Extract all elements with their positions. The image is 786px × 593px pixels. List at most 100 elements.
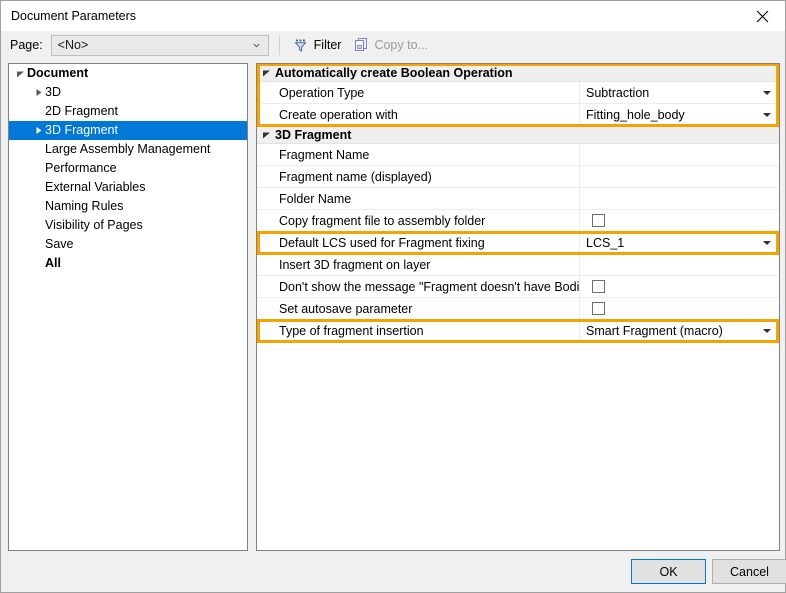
property-row[interactable]: Insert 3D fragment on layer (257, 254, 779, 276)
tree-expander-spacer (31, 216, 45, 235)
property-row[interactable]: Don't show the message "Fragment doesn't… (257, 276, 779, 298)
property-value-cell[interactable] (579, 166, 779, 187)
property-label: Set autosave parameter (257, 298, 579, 319)
close-button[interactable] (739, 1, 785, 31)
close-icon (756, 10, 768, 22)
tree-item-label: Document (27, 66, 89, 80)
copy-pages-icon (353, 37, 369, 53)
category-tree[interactable]: Document 3D 2D Fragment 3D Fragment Large As… (8, 63, 248, 551)
property-value-cell[interactable]: Subtraction (579, 82, 779, 103)
tree-item-external-variables[interactable]: External Variables (9, 178, 247, 197)
property-label: Operation Type (257, 82, 579, 103)
tree-expander-spacer (31, 235, 45, 254)
checkbox[interactable] (592, 280, 605, 293)
category-header[interactable]: 3D Fragment (257, 126, 779, 144)
tree-item-document[interactable]: Document (9, 64, 247, 83)
tree-expander-spacer (31, 102, 45, 121)
tree-item-label: Visibility of Pages (45, 218, 143, 232)
property-row[interactable]: Operation Type Subtraction (257, 82, 779, 104)
property-value-cell[interactable]: Smart Fragment (macro) (579, 320, 779, 341)
tree-expander-spacer (31, 178, 45, 197)
property-value-cell[interactable] (579, 188, 779, 209)
tree-item-label: All (45, 256, 61, 270)
checkbox[interactable] (592, 214, 605, 227)
property-label: Copy fragment file to assembly folder (257, 210, 579, 231)
toolbar: Page: <No> Filter Copy to... (1, 31, 785, 59)
filter-button-label: Filter (313, 38, 342, 52)
filter-funnel-icon (294, 38, 309, 53)
ok-button[interactable]: OK (631, 559, 706, 584)
property-value-cell[interactable] (579, 254, 779, 275)
page-select[interactable]: <No> (50, 34, 269, 56)
property-label: Don't show the message "Fragment doesn't… (257, 276, 579, 297)
tree-item-visibility-of-pages[interactable]: Visibility of Pages (9, 216, 247, 235)
dropdown-arrow-icon[interactable] (763, 328, 771, 333)
tree-item-2d-fragment[interactable]: 2D Fragment (9, 102, 247, 121)
property-row[interactable]: Set autosave parameter (257, 298, 779, 320)
tree-item-performance[interactable]: Performance (9, 159, 247, 178)
property-row[interactable]: Folder Name (257, 188, 779, 210)
window-title: Document Parameters (11, 9, 137, 23)
page-select-value: <No> (57, 38, 89, 52)
category-expander-open-icon[interactable] (257, 64, 275, 82)
tree-item-label: Naming Rules (45, 199, 124, 213)
tree-expander-spacer (31, 197, 45, 216)
tree-item-label: Save (45, 237, 74, 251)
property-label: Create operation with (257, 104, 579, 125)
tree-expander-closed-icon[interactable] (31, 121, 45, 140)
property-value-text: Smart Fragment (macro) (586, 323, 723, 338)
property-value-cell[interactable] (579, 298, 779, 319)
filter-button[interactable]: Filter (288, 33, 348, 57)
property-value-cell[interactable] (579, 276, 779, 297)
tree-item-large-assembly-management[interactable]: Large Assembly Management (9, 140, 247, 159)
tree-item-save[interactable]: Save (9, 235, 247, 254)
tree-item-label: 3D (45, 85, 61, 99)
property-row[interactable]: Create operation with Fitting_hole_body (257, 104, 779, 126)
cancel-button-label: Cancel (730, 564, 769, 579)
property-value-text: Fitting_hole_body (586, 107, 685, 122)
dropdown-arrow-icon[interactable] (763, 240, 771, 245)
property-row[interactable]: Default LCS used for Fragment fixing LCS_… (257, 232, 779, 254)
property-row[interactable]: Type of fragment insertion Smart Fragment… (257, 320, 779, 342)
property-row[interactable]: Fragment Name (257, 144, 779, 166)
document-parameters-dialog: Document Parameters Page: <No> Filter Co… (0, 0, 786, 593)
category-expander-open-icon[interactable] (257, 126, 275, 144)
tree-item-label: External Variables (45, 180, 146, 194)
tree-expander-spacer (31, 140, 45, 159)
page-label: Page: (10, 38, 43, 52)
property-label: Default LCS used for Fragment fixing (257, 232, 579, 253)
property-label: Insert 3D fragment on layer (257, 254, 579, 275)
property-label: Folder Name (257, 188, 579, 209)
property-value-cell[interactable] (579, 144, 779, 165)
ok-button-label: OK (659, 564, 678, 579)
tree-expander-open-icon[interactable] (13, 64, 27, 83)
tree-item-label: Performance (45, 161, 117, 175)
dropdown-arrow-icon[interactable] (763, 90, 771, 95)
tree-item-3d[interactable]: 3D (9, 83, 247, 102)
category-header[interactable]: Automatically create Boolean Operation (257, 64, 779, 82)
copy-to-button[interactable]: Copy to... (347, 33, 434, 57)
chevron-down-icon (253, 43, 260, 48)
titlebar: Document Parameters (1, 1, 785, 31)
property-value-cell[interactable] (579, 210, 779, 231)
checkbox[interactable] (592, 302, 605, 315)
tree-expander-closed-icon[interactable] (31, 83, 45, 102)
property-row[interactable]: Copy fragment file to assembly folder (257, 210, 779, 232)
cancel-button[interactable]: Cancel (712, 559, 786, 584)
property-value-text: Subtraction (586, 85, 650, 100)
category-header-label: 3D Fragment (275, 127, 352, 142)
property-label: Fragment name (displayed) (257, 166, 579, 187)
property-grid[interactable]: Automatically create Boolean Operation Op… (256, 63, 780, 551)
property-label: Fragment Name (257, 144, 579, 165)
property-value-cell[interactable]: Fitting_hole_body (579, 104, 779, 125)
tree-expander-spacer (31, 254, 45, 273)
dropdown-arrow-icon[interactable] (763, 112, 771, 117)
tree-expander-spacer (31, 159, 45, 178)
tree-item-3d-fragment[interactable]: 3D Fragment (9, 121, 247, 140)
tree-item-all[interactable]: All (9, 254, 247, 273)
property-row[interactable]: Fragment name (displayed) (257, 166, 779, 188)
property-value-text: LCS_1 (586, 235, 625, 250)
tree-item-label: 3D Fragment (45, 123, 118, 137)
property-value-cell[interactable]: LCS_1 (579, 232, 779, 253)
tree-item-naming-rules[interactable]: Naming Rules (9, 197, 247, 216)
